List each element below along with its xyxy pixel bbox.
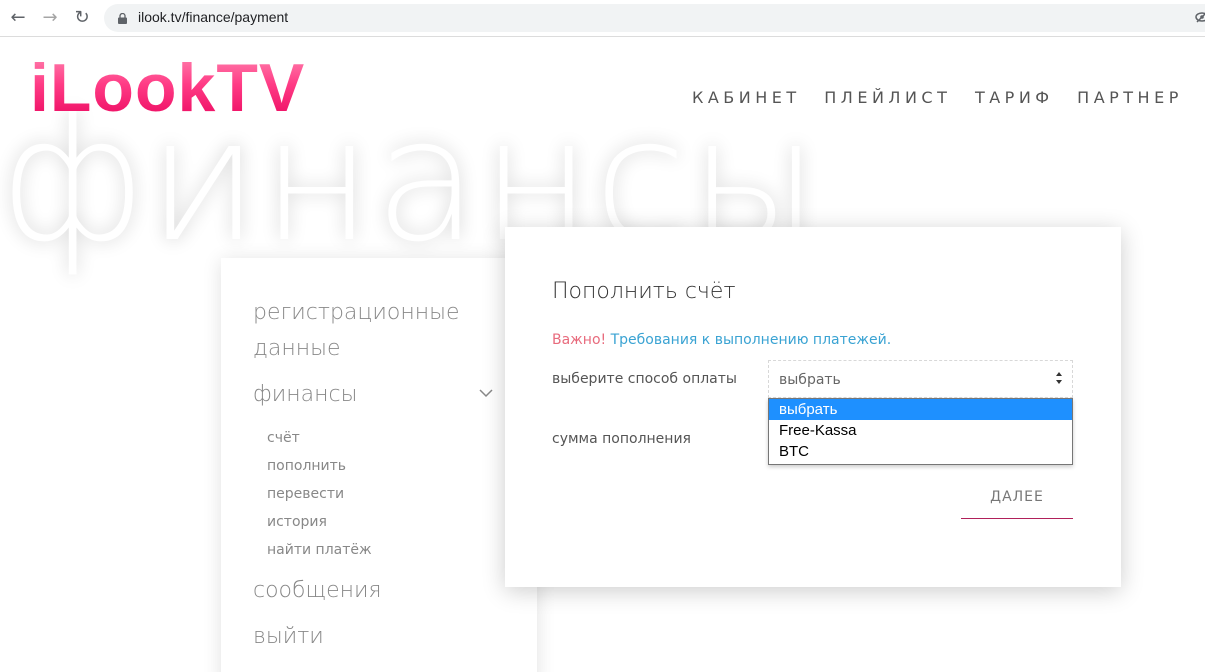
eye-off-icon[interactable] [1195,10,1205,24]
sidebar-item-finance[interactable]: финансы [253,382,357,407]
back-arrow-icon[interactable]: ← [8,8,28,28]
sidebar-subitem-transfer[interactable]: перевести [267,486,344,502]
page-title: Пополнить счёт [552,279,736,304]
option-btc[interactable]: BTC [769,441,1072,462]
requirements-link[interactable]: Требования к выполнению платежей. [611,332,892,348]
select-arrows-icon [1056,372,1062,384]
next-button[interactable]: ДАЛЕЕ [961,489,1073,519]
payment-method-select[interactable]: выбрать [768,360,1073,398]
nav-item-tariff[interactable]: ТАРИФ [975,88,1054,107]
sidebar-subitem-find-payment[interactable]: найти платёж [267,542,372,558]
nav-item-cabinet[interactable]: КАБИНЕТ [692,88,801,107]
payment-method-label: выберите способ оплаты [552,371,737,387]
lock-icon [118,13,127,24]
nav-item-partner[interactable]: ПАРТНЕР [1077,88,1183,107]
sidebar-item-registration-2[interactable]: данные [253,336,341,361]
payment-card: Пополнить счёт Важно! Требования к выпол… [505,227,1121,587]
payment-notice: Важно! Требования к выполнению платежей. [552,332,891,348]
sidebar-subitem-account[interactable]: счёт [267,430,300,446]
sidebar-subitem-topup[interactable]: пополнить [267,458,346,474]
forward-arrow-icon[interactable]: → [40,8,60,28]
account-sidebar: регистрационные данные финансы счёт попо… [221,258,537,672]
address-bar[interactable]: ilook.tv/finance/payment [104,4,1205,32]
chevron-down-icon[interactable] [479,388,493,398]
site-logo[interactable]: iLookTV [30,48,305,128]
sidebar-item-registration[interactable]: регистрационные [253,300,459,325]
top-navigation: КАБИНЕТ ПЛЕЙЛИСТ ТАРИФ ПАРТНЕР ПО [692,88,1205,107]
option-free-kassa[interactable]: Free-Kassa [769,420,1072,441]
nav-item-playlist[interactable]: ПЛЕЙЛИСТ [824,88,951,107]
reload-icon[interactable]: ↻ [72,8,92,28]
sidebar-subitem-history[interactable]: история [267,514,327,530]
notice-important: Важно! [552,332,607,348]
amount-label: сумма пополнения [552,431,691,447]
option-choose[interactable]: выбрать [769,399,1072,420]
sidebar-item-logout[interactable]: выйти [253,624,324,649]
payment-method-dropdown: выбрать Free-Kassa BTC [768,398,1073,465]
payment-method-value: выбрать [779,372,841,388]
sidebar-item-messages[interactable]: сообщения [253,578,382,603]
browser-toolbar: ← → ↻ ilook.tv/finance/payment [0,0,1205,37]
url-text: ilook.tv/finance/payment [138,9,289,25]
